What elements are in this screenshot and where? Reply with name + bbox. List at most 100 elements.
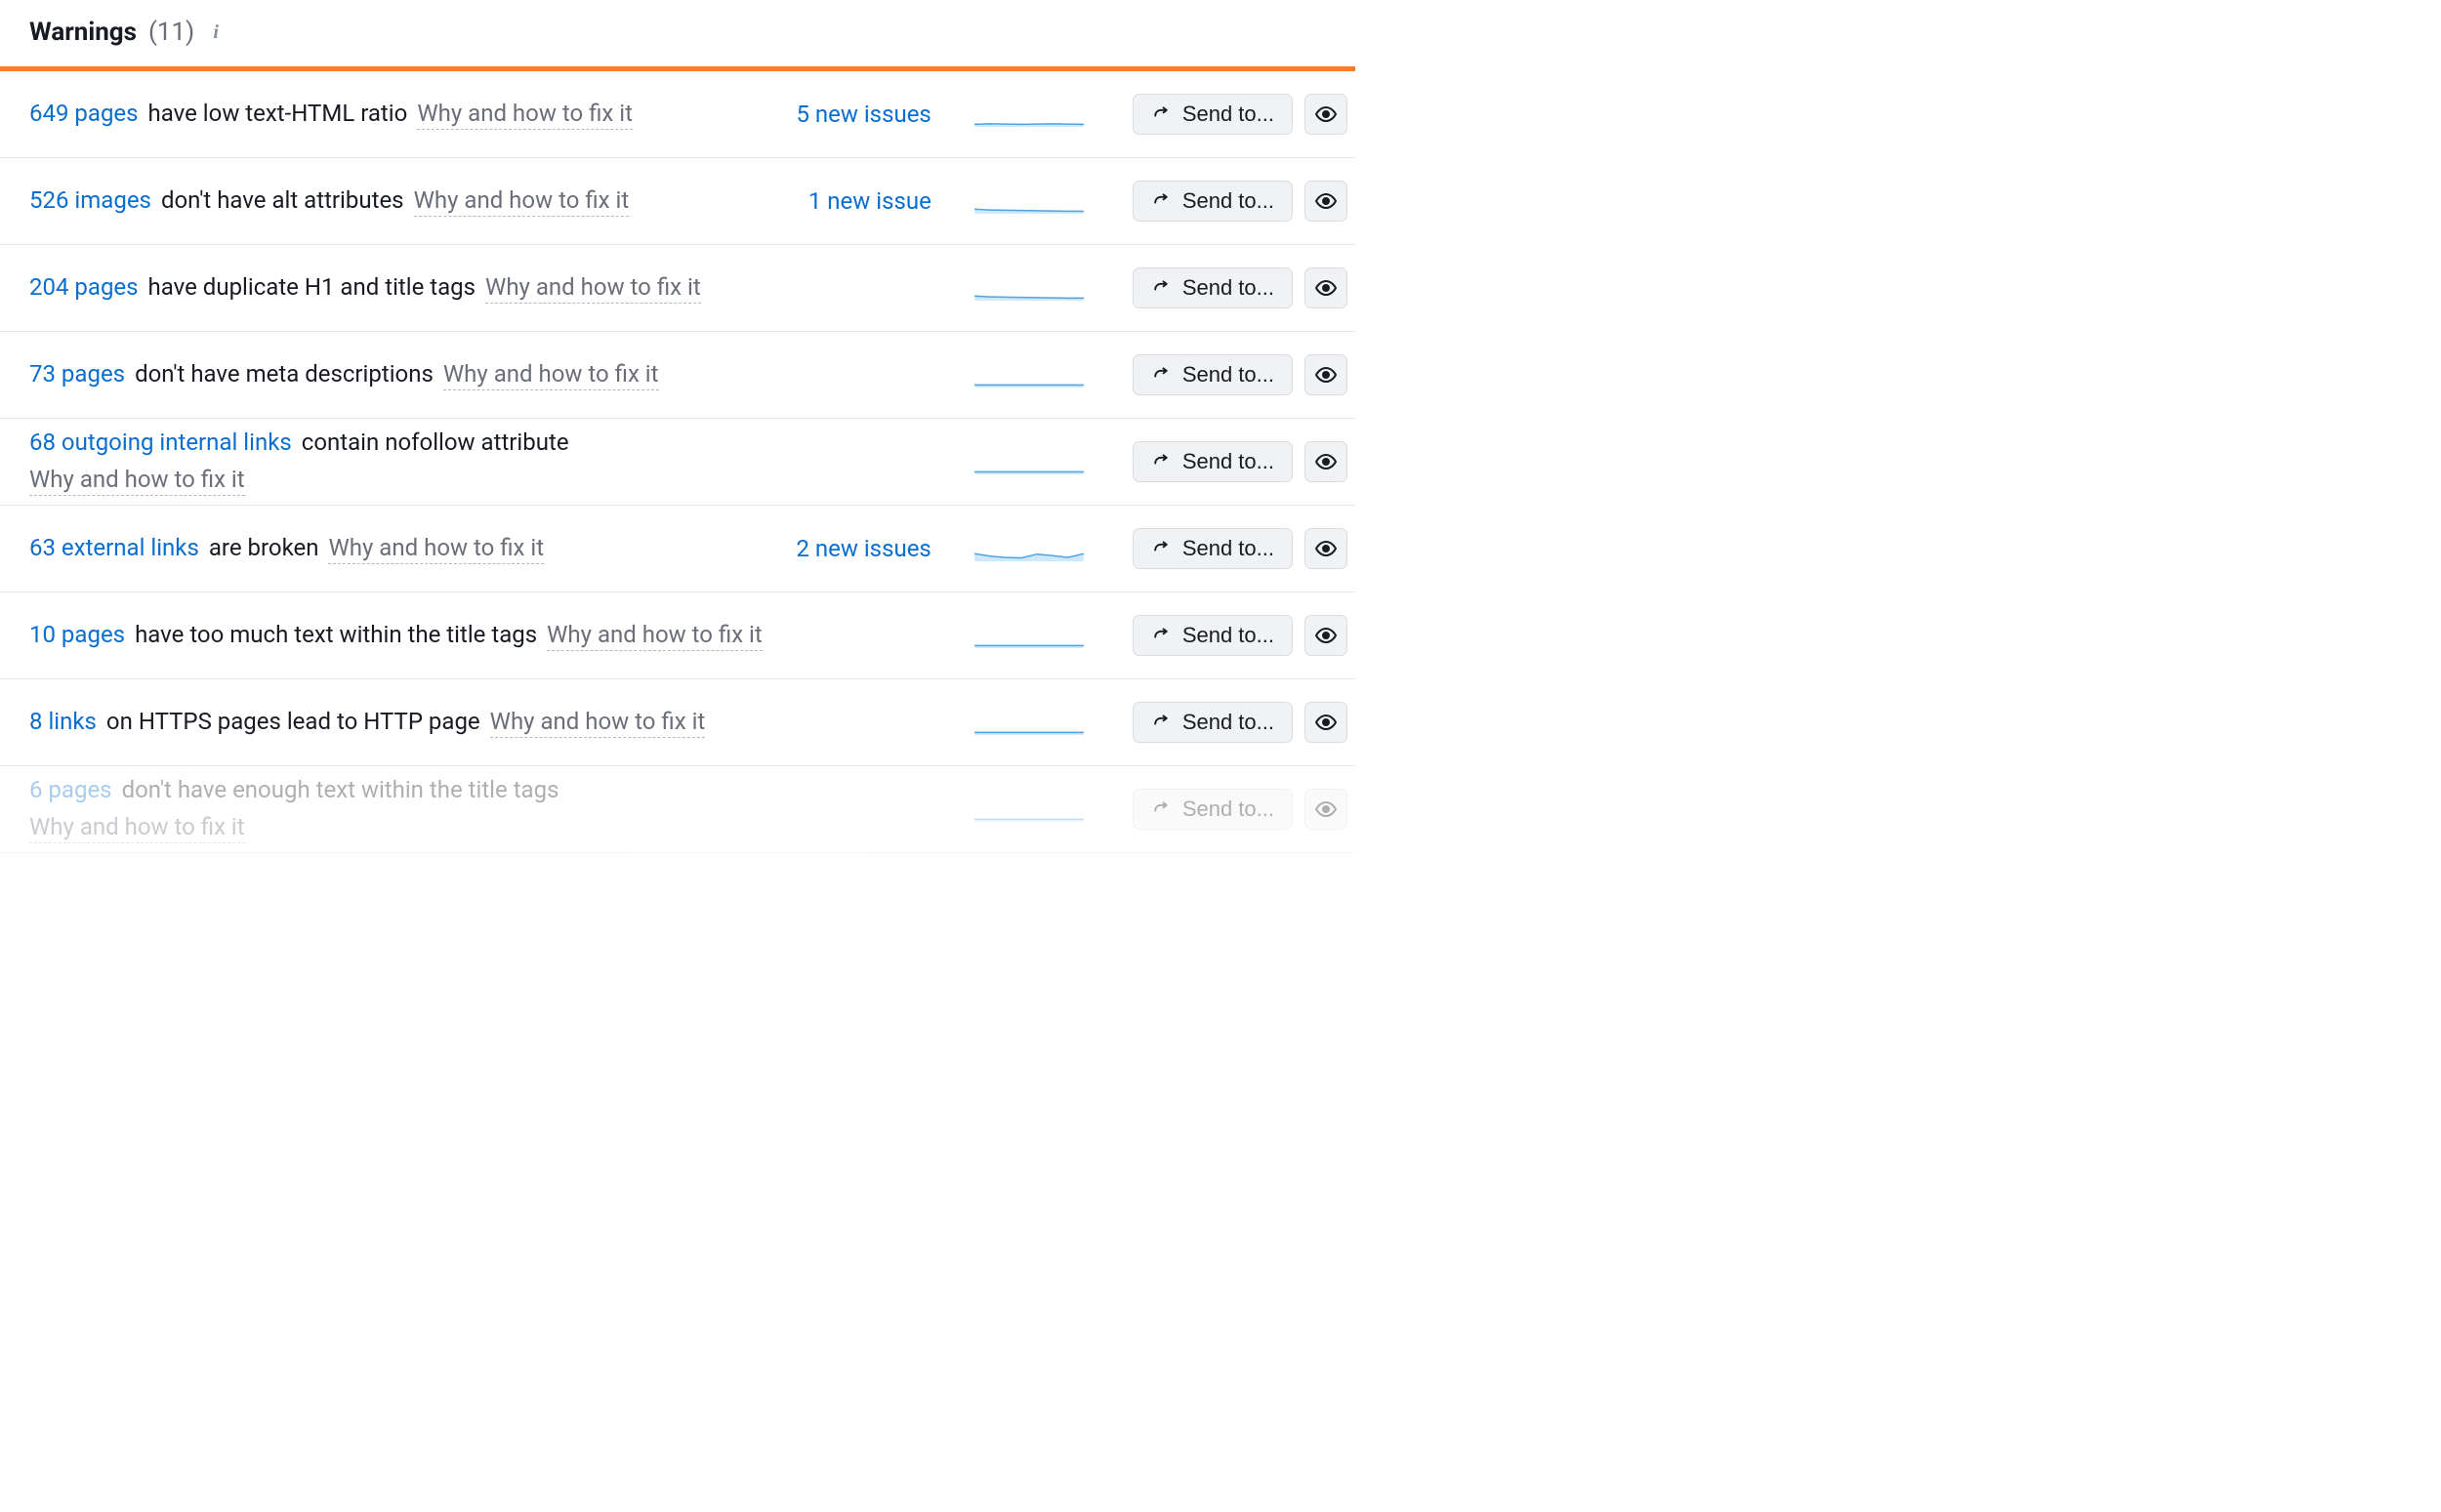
warning-text: on HTTPS pages lead to HTTP page [106,708,480,735]
warning-row: 6 pages don't have enough text within the… [0,766,1355,853]
eye-icon [1314,624,1338,647]
warning-row: 526 images don't have alt attributes Why a… [0,158,1355,245]
send-to-button[interactable]: Send to... [1133,702,1293,743]
eye-icon [1314,450,1338,473]
row-actions: Send to... [1133,354,1347,395]
warning-count-link[interactable]: 73 pages [29,360,125,388]
view-button[interactable] [1304,528,1347,569]
view-button[interactable] [1304,354,1347,395]
warning-text: don't have meta descriptions [135,360,434,388]
warning-text: have low text-HTML ratio [148,100,408,127]
warning-description: 63 external links are broken Why and how t… [29,534,779,564]
why-and-how-link[interactable]: Why and how to fix it [414,186,630,217]
warnings-title: Warnings [29,18,137,47]
eye-icon [1314,711,1338,734]
warning-count-link[interactable]: 526 images [29,186,151,214]
view-button[interactable] [1304,267,1347,308]
new-issues-link[interactable]: 2 new issues [779,535,974,562]
warning-count-link[interactable]: 6 pages [29,776,112,803]
warning-count-link[interactable]: 649 pages [29,100,139,127]
send-to-label: Send to... [1182,449,1274,474]
send-to-label: Send to... [1182,797,1274,822]
send-arrow-icon [1151,365,1171,385]
row-actions: Send to... [1133,615,1347,656]
why-and-how-link[interactable]: Why and how to fix it [417,100,633,130]
warning-count-link[interactable]: 10 pages [29,621,125,648]
warning-text: don't have enough text within the title … [122,776,559,803]
warning-row: 68 outgoing internal linkscontain nofoll… [0,419,1355,506]
view-button[interactable] [1304,181,1347,222]
warnings-list: 649 pages have low text-HTML ratio Why and… [0,71,1355,853]
send-to-label: Send to... [1182,275,1274,301]
trend-sparkline[interactable] [974,188,1084,214]
warning-count-link[interactable]: 8 links [29,708,97,735]
send-to-button[interactable]: Send to... [1133,615,1293,656]
view-button[interactable] [1304,702,1347,743]
warning-description: 68 outgoing internal linkscontain nofoll… [29,429,781,496]
warning-text: are broken [209,534,319,561]
send-to-button[interactable]: Send to... [1133,354,1293,395]
send-arrow-icon [1151,452,1171,471]
view-button[interactable] [1304,789,1347,830]
warning-description: 10 pages have too much text within the ti… [29,621,779,651]
view-button[interactable] [1304,615,1347,656]
eye-icon [1314,537,1338,560]
send-arrow-icon [1151,713,1171,732]
warning-description: 649 pages have low text-HTML ratio Why and… [29,100,779,130]
send-arrow-icon [1151,104,1171,124]
warning-description: 6 pages don't have enough text within the… [29,776,780,843]
warnings-count: (11) [148,18,194,47]
send-to-button[interactable]: Send to... [1133,441,1293,482]
row-actions: Send to... [1133,441,1347,482]
why-and-how-link[interactable]: Why and how to fix it [490,708,706,738]
trend-sparkline[interactable] [974,102,1084,127]
send-to-button[interactable]: Send to... [1133,528,1293,569]
why-and-how-link[interactable]: Why and how to fix it [29,466,245,496]
trend-sparkline[interactable] [974,275,1084,301]
warnings-header: Warnings (11) i [0,0,1355,66]
why-and-how-link[interactable]: Why and how to fix it [547,621,763,651]
eye-icon [1314,189,1338,213]
eye-icon [1314,276,1338,300]
row-actions: Send to... [1133,267,1347,308]
warning-count-link[interactable]: 63 external links [29,534,199,561]
warning-row: 204 pages have duplicate H1 and title tag… [0,245,1355,332]
warning-count-link[interactable]: 204 pages [29,273,139,301]
eye-icon [1314,102,1338,126]
trend-sparkline[interactable] [974,449,1084,474]
trend-sparkline[interactable] [974,623,1084,648]
view-button[interactable] [1304,441,1347,482]
warning-text: have duplicate H1 and title tags [148,273,476,301]
trend-sparkline[interactable] [974,362,1084,388]
send-to-label: Send to... [1182,188,1274,214]
send-to-label: Send to... [1182,362,1274,388]
send-arrow-icon [1151,278,1171,298]
send-to-button[interactable]: Send to... [1133,267,1293,308]
warning-text: don't have alt attributes [161,186,404,214]
warning-count-link[interactable]: 68 outgoing internal links [29,429,292,456]
why-and-how-link[interactable]: Why and how to fix it [485,273,701,304]
new-issues-link[interactable]: 1 new issue [779,187,974,215]
send-arrow-icon [1151,191,1171,211]
trend-sparkline[interactable] [974,536,1084,561]
why-and-how-link[interactable]: Why and how to fix it [29,813,245,843]
send-to-button[interactable]: Send to... [1133,789,1293,830]
warning-row: 63 external links are broken Why and how t… [0,506,1355,593]
trend-sparkline[interactable] [974,797,1084,822]
send-to-label: Send to... [1182,710,1274,735]
why-and-how-link[interactable]: Why and how to fix it [443,360,659,390]
send-to-button[interactable]: Send to... [1133,94,1293,135]
view-button[interactable] [1304,94,1347,135]
send-to-label: Send to... [1182,102,1274,127]
row-actions: Send to... [1133,702,1347,743]
trend-sparkline[interactable] [974,710,1084,735]
send-to-label: Send to... [1182,623,1274,648]
send-to-button[interactable]: Send to... [1133,181,1293,222]
warning-description: 204 pages have duplicate H1 and title tag… [29,273,779,304]
warning-text: have too much text within the title tags [135,621,537,648]
warning-description: 73 pages don't have meta descriptions Why … [29,360,779,390]
why-and-how-link[interactable]: Why and how to fix it [328,534,544,564]
new-issues-link[interactable]: 5 new issues [779,101,974,128]
warnings-panel: Warnings (11) i 649 pages have low text-H… [0,0,1355,853]
info-icon[interactable]: i [206,22,226,42]
